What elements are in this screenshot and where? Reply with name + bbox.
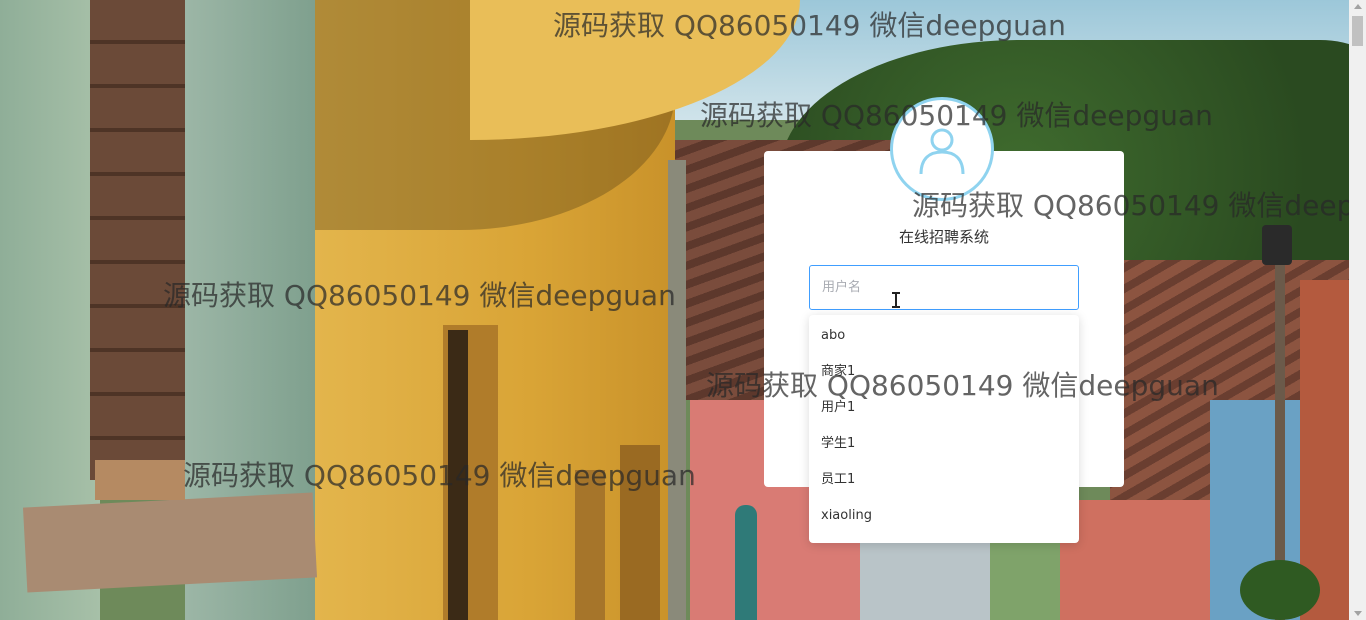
suggestion-item[interactable]: 用户1: [809, 390, 1079, 426]
scroll-down-icon[interactable]: [1354, 611, 1362, 616]
text-cursor-icon: [891, 292, 900, 308]
suggestion-item[interactable]: 员工1: [809, 462, 1079, 498]
system-title: 在线招聘系统: [898, 228, 989, 246]
username-input[interactable]: [809, 265, 1079, 310]
username-suggestions-dropdown: abo 商家1 用户1 学生1 员工1 xiaoling: [809, 315, 1079, 543]
suggestion-item[interactable]: xiaoling: [809, 498, 1079, 534]
suggestion-item[interactable]: 商家1: [809, 354, 1079, 390]
page-scrollbar[interactable]: [1349, 0, 1366, 620]
user-avatar-icon: [890, 97, 994, 201]
suggestion-item[interactable]: abo: [809, 318, 1079, 354]
suggestion-item[interactable]: 学生1: [809, 426, 1079, 462]
scrollbar-thumb[interactable]: [1352, 16, 1363, 46]
background-photo: [0, 0, 1366, 620]
scroll-up-icon[interactable]: [1354, 4, 1362, 9]
